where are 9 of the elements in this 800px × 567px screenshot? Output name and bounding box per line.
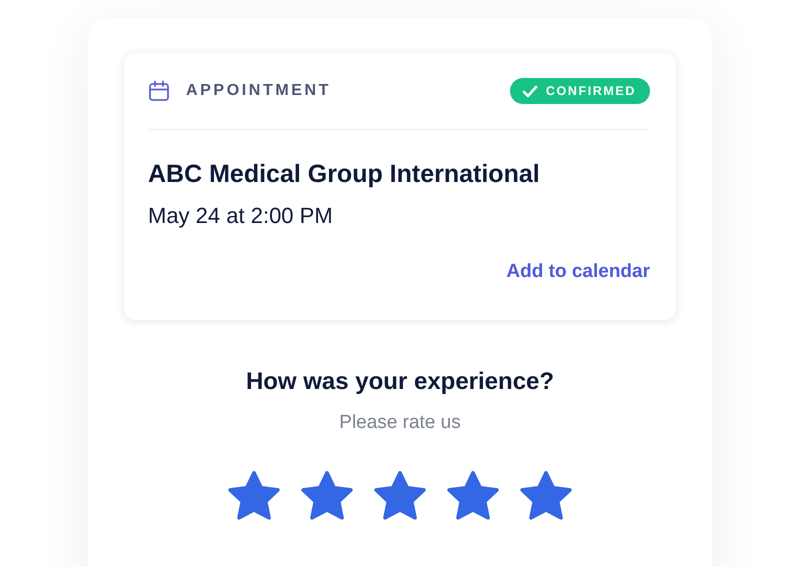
- rating-question: How was your experience?: [246, 368, 554, 396]
- rating-subtitle: Please rate us: [339, 412, 461, 434]
- calendar-icon: [148, 80, 170, 102]
- appointment-datetime: May 24 at 2:00 PM: [148, 203, 334, 229]
- checkmark-icon: [522, 84, 538, 98]
- provider-name: ABC Medical Group International: [148, 160, 541, 189]
- status-badge: CONFIRMED: [510, 78, 650, 104]
- section-label: APPOINTMENT: [186, 82, 332, 100]
- add-to-calendar-link[interactable]: Add to calendar: [506, 261, 650, 283]
